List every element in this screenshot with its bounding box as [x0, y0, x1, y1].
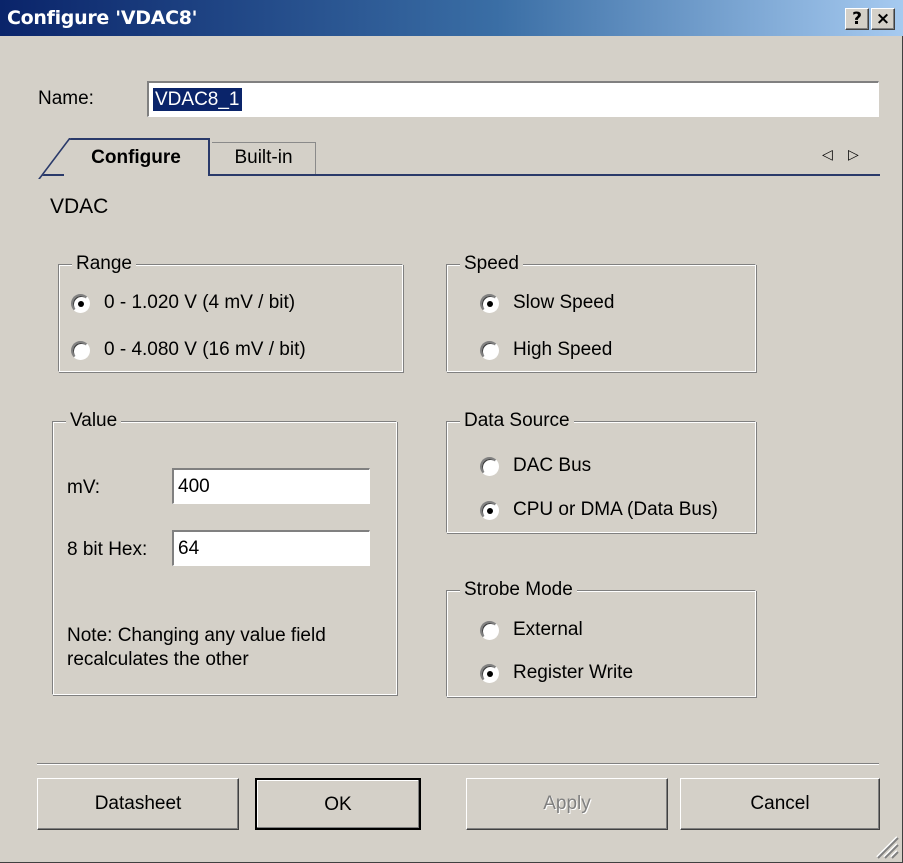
speed-legend: Speed [460, 252, 523, 276]
speed-group: Speed Slow Speed High Speed [446, 252, 756, 372]
resize-grip-icon[interactable] [873, 833, 899, 859]
tab-built-in[interactable]: Built-in [212, 142, 316, 174]
name-field-value: VDAC8_1 [153, 88, 242, 111]
hex-label: 8 bit Hex: [67, 539, 148, 560]
name-label: Name: [38, 88, 94, 109]
radio-unselected-icon [480, 620, 499, 640]
name-field[interactable]: VDAC8_1 [147, 81, 879, 117]
window-title: Configure 'VDAC8' [7, 7, 198, 29]
data-source-option-dac-bus-label: DAC Bus [513, 455, 592, 476]
data-source-option-cpu-dma[interactable]: CPU or DMA (Data Bus) [480, 499, 718, 521]
close-button[interactable]: × [871, 8, 895, 30]
tab-configure-label: Configure [91, 147, 181, 168]
range-group: Range 0 - 1.020 V (4 mV / bit) 0 - 4.080… [58, 252, 403, 372]
section-title: VDAC [50, 195, 109, 218]
data-source-group: Data Source DAC Bus CPU or DMA (Data Bus… [446, 409, 756, 533]
scroll-right-icon[interactable]: ▷ [848, 146, 859, 163]
help-button[interactable]: ? [845, 8, 869, 30]
range-option-1v[interactable]: 0 - 1.020 V (4 mV / bit) [71, 292, 295, 314]
mv-input[interactable]: 400 [172, 468, 370, 504]
value-legend: Value [66, 409, 122, 433]
data-source-option-dac-bus[interactable]: DAC Bus [480, 455, 591, 477]
speed-option-high[interactable]: High Speed [480, 339, 612, 361]
scroll-left-icon[interactable]: ◁ [822, 146, 833, 163]
radio-selected-icon [71, 293, 90, 313]
strobe-option-register-write-label: Register Write [513, 662, 634, 683]
data-source-option-cpu-dma-label: CPU or DMA (Data Bus) [513, 499, 718, 520]
hex-input[interactable]: 64 [172, 530, 370, 566]
tab-built-in-label: Built-in [234, 147, 293, 168]
speed-option-slow-label: Slow Speed [513, 292, 615, 313]
strobe-option-external[interactable]: External [480, 619, 583, 641]
strobe-option-external-label: External [513, 619, 583, 640]
tab-configure[interactable]: Configure [64, 138, 210, 176]
range-option-4v-label: 0 - 4.080 V (16 mV / bit) [104, 339, 306, 360]
radio-selected-icon [480, 500, 499, 520]
range-option-1v-label: 0 - 1.020 V (4 mV / bit) [104, 292, 296, 313]
radio-unselected-icon [480, 456, 499, 476]
range-legend: Range [72, 252, 136, 276]
button-separator [37, 763, 879, 765]
cancel-button[interactable]: Cancel [680, 778, 880, 830]
ok-button[interactable]: OK [255, 778, 421, 830]
radio-unselected-icon [480, 340, 499, 360]
mv-label: mV: [67, 477, 101, 498]
value-note: Note: Changing any value field recalcula… [67, 625, 326, 670]
data-source-legend: Data Source [460, 409, 574, 433]
datasheet-button[interactable]: Datasheet [37, 778, 239, 830]
radio-selected-icon [480, 663, 499, 683]
speed-option-slow[interactable]: Slow Speed [480, 292, 614, 314]
strobe-option-register-write[interactable]: Register Write [480, 662, 633, 684]
radio-selected-icon [480, 293, 499, 313]
radio-unselected-icon [71, 340, 90, 360]
strobe-mode-group: Strobe Mode External Register Write [446, 578, 756, 697]
range-option-4v[interactable]: 0 - 4.080 V (16 mV / bit) [71, 339, 306, 361]
title-bar[interactable]: Configure 'VDAC8' ? × [0, 0, 903, 36]
configure-dialog: Configure 'VDAC8' ? × Name: VDAC8_1 Buil… [0, 0, 903, 863]
strobe-mode-legend: Strobe Mode [460, 578, 577, 602]
apply-button[interactable]: Apply [466, 778, 668, 830]
speed-option-high-label: High Speed [513, 339, 613, 360]
